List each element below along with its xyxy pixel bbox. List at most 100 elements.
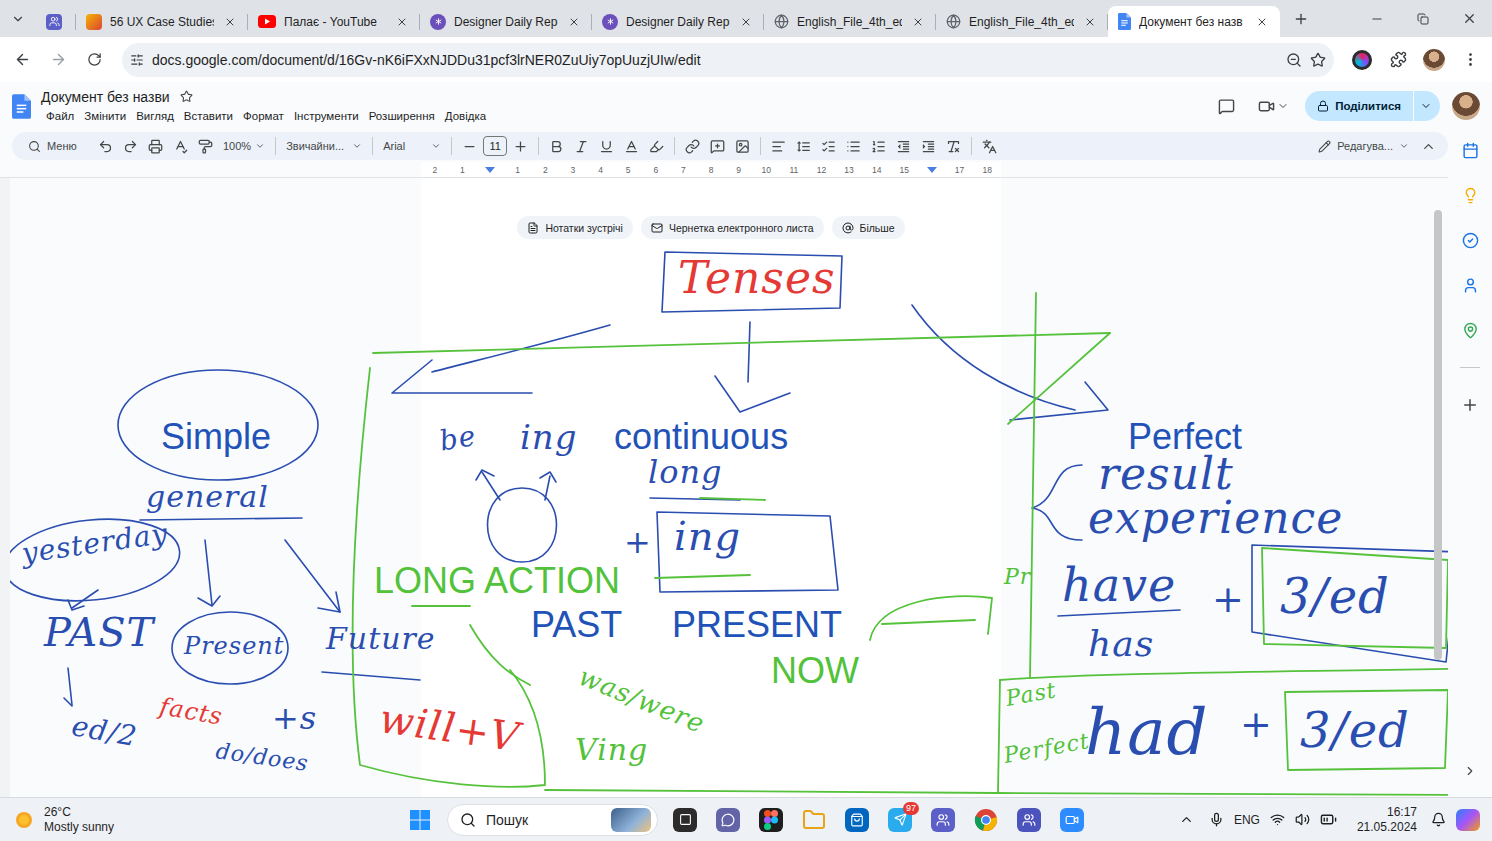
input-language[interactable]: ENG bbox=[1234, 813, 1260, 827]
menu-search[interactable]: Меню bbox=[20, 135, 86, 157]
undo-button[interactable] bbox=[94, 134, 117, 158]
ruler[interactable]: 211234567891011121314151718 bbox=[421, 162, 1001, 177]
minimize-button[interactable] bbox=[1354, 0, 1400, 37]
tab-close-button[interactable] bbox=[1254, 14, 1270, 30]
print-button[interactable] bbox=[144, 134, 167, 158]
telegram-app[interactable]: 97 bbox=[880, 800, 920, 840]
file-explorer-app[interactable] bbox=[794, 800, 834, 840]
zoom-app[interactable] bbox=[1052, 800, 1092, 840]
browser-tab[interactable]: 56 UX Case Studies bbox=[76, 6, 248, 37]
reload-button[interactable] bbox=[78, 44, 110, 76]
tab-close-button[interactable] bbox=[394, 14, 410, 30]
link-button[interactable] bbox=[681, 134, 704, 158]
browser-tab[interactable]: English_File_4th_edi bbox=[764, 6, 936, 37]
align-button[interactable] bbox=[767, 134, 790, 158]
restore-button[interactable] bbox=[1400, 0, 1446, 37]
keep-button[interactable] bbox=[1458, 183, 1482, 207]
typed-heading[interactable]: continuous bbox=[614, 419, 788, 455]
url-text[interactable]: docs.google.com/document/d/16Gv-nK6iFXxN… bbox=[152, 52, 1278, 68]
chat-app[interactable] bbox=[708, 800, 748, 840]
menu-item[interactable]: Інструменти bbox=[289, 108, 364, 125]
comments-button[interactable] bbox=[1210, 90, 1242, 122]
input-tools-button[interactable] bbox=[978, 134, 1001, 158]
tab-close-button[interactable] bbox=[566, 14, 582, 30]
figma-app[interactable] bbox=[751, 800, 791, 840]
indent-marker[interactable] bbox=[927, 167, 937, 173]
forward-button[interactable] bbox=[42, 44, 74, 76]
omnibox[interactable]: docs.google.com/document/d/16Gv-nK6iFXxN… bbox=[122, 43, 1334, 77]
decrease-size-button[interactable] bbox=[458, 134, 481, 158]
redo-button[interactable] bbox=[119, 134, 142, 158]
calendar-button[interactable] bbox=[1458, 138, 1482, 162]
bullet-list-button[interactable] bbox=[842, 134, 865, 158]
teams-new-app[interactable] bbox=[1009, 800, 1049, 840]
line-spacing-button[interactable] bbox=[792, 134, 815, 158]
store-app[interactable] bbox=[837, 800, 877, 840]
zoom-dropdown[interactable]: 100% bbox=[219, 134, 269, 158]
underline-button[interactable] bbox=[595, 134, 618, 158]
menu-item[interactable]: Довідка bbox=[440, 108, 491, 125]
numbered-list-button[interactable] bbox=[867, 134, 890, 158]
add-comment-button[interactable] bbox=[706, 134, 729, 158]
tab-close-button[interactable] bbox=[910, 14, 926, 30]
typed-heading[interactable]: Perfect bbox=[1128, 419, 1242, 455]
indent-increase-button[interactable] bbox=[917, 134, 940, 158]
typed-heading[interactable]: LONG ACTION bbox=[374, 563, 620, 599]
indent-decrease-button[interactable] bbox=[892, 134, 915, 158]
document-page[interactable]: Нотатки зустрічі Чернетка електронного ли… bbox=[421, 178, 1001, 797]
italic-button[interactable] bbox=[570, 134, 593, 158]
menu-item[interactable]: Файл bbox=[41, 108, 79, 125]
browser-tab[interactable]: English_File_4th_edi bbox=[936, 6, 1108, 37]
document-title[interactable]: Документ без назви bbox=[41, 88, 170, 106]
scrollbar-thumb[interactable] bbox=[1434, 210, 1442, 660]
show-panel-button[interactable] bbox=[1458, 759, 1482, 783]
smart-chip[interactable]: Чернетка електронного листа bbox=[641, 216, 824, 239]
spellcheck-button[interactable] bbox=[169, 134, 192, 158]
chrome-app[interactable] bbox=[966, 800, 1006, 840]
profile-button[interactable] bbox=[1418, 44, 1450, 76]
extension-button[interactable] bbox=[1346, 44, 1378, 76]
tab-close-button[interactable] bbox=[1082, 14, 1098, 30]
image-button[interactable] bbox=[731, 134, 754, 158]
meet-button[interactable] bbox=[1254, 91, 1293, 121]
extensions-button[interactable] bbox=[1382, 44, 1414, 76]
paint-format-button[interactable] bbox=[194, 134, 217, 158]
teams-app[interactable] bbox=[923, 800, 963, 840]
account-avatar[interactable] bbox=[1452, 92, 1480, 120]
clock[interactable]: 16:1721.05.2024 bbox=[1357, 805, 1417, 835]
highlight-button[interactable] bbox=[645, 134, 668, 158]
tab-close-button[interactable] bbox=[738, 14, 754, 30]
menu-item[interactable]: Вставити bbox=[179, 108, 238, 125]
menu-item[interactable]: Вигляд bbox=[131, 108, 179, 125]
hidden-icons-button[interactable] bbox=[1175, 808, 1199, 832]
menu-item[interactable]: Формат bbox=[238, 108, 289, 125]
tab-search-button[interactable] bbox=[4, 5, 32, 33]
contacts-button[interactable] bbox=[1458, 273, 1482, 297]
typed-heading[interactable]: NOW bbox=[771, 653, 859, 689]
bold-button[interactable] bbox=[545, 134, 568, 158]
smart-chip[interactable]: Нотатки зустрічі bbox=[517, 216, 633, 239]
back-button[interactable] bbox=[6, 44, 38, 76]
browser-tab[interactable]: Designer Daily Repo bbox=[592, 6, 764, 37]
checklist-button[interactable] bbox=[817, 134, 840, 158]
typed-heading[interactable]: PRESENT bbox=[672, 607, 842, 643]
share-button[interactable]: Поділитися bbox=[1305, 91, 1440, 121]
smart-chip[interactable]: Більше bbox=[832, 216, 905, 239]
start-button[interactable] bbox=[400, 800, 440, 840]
indent-marker[interactable] bbox=[485, 167, 495, 173]
browser-tab[interactable]: Документ без назв bbox=[1108, 6, 1280, 37]
browser-menu-button[interactable] bbox=[1454, 44, 1486, 76]
weather-widget[interactable]: 26°CMostly sunny bbox=[12, 805, 400, 835]
tasks-button[interactable] bbox=[1458, 228, 1482, 252]
increase-size-button[interactable] bbox=[509, 134, 532, 158]
browser-tab[interactable]: Designer Daily Repo bbox=[420, 6, 592, 37]
close-window-button[interactable] bbox=[1446, 0, 1492, 37]
add-addon-button[interactable] bbox=[1458, 393, 1482, 417]
typed-heading[interactable]: Simple bbox=[161, 419, 271, 455]
browser-tab[interactable]: Палає - YouTube bbox=[248, 6, 420, 37]
copilot-icon[interactable] bbox=[1456, 809, 1480, 831]
clear-format-button[interactable] bbox=[942, 134, 965, 158]
browser-tab[interactable] bbox=[32, 6, 76, 37]
editing-mode-dropdown[interactable]: Редагува... bbox=[1312, 134, 1415, 158]
hide-menus-button[interactable] bbox=[1417, 134, 1440, 158]
